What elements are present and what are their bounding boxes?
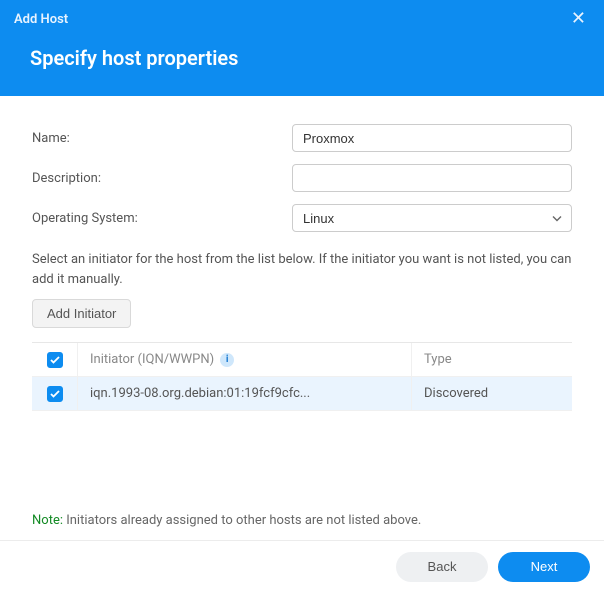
- back-button[interactable]: Back: [396, 552, 488, 582]
- initiator-table: Initiator (IQN/WWPN) i Type iqn.1993-08.…: [32, 342, 572, 411]
- header-type[interactable]: Type: [412, 343, 572, 376]
- name-label: Name:: [32, 131, 292, 146]
- row-os: Operating System:: [32, 204, 572, 232]
- row-checkbox[interactable]: [47, 386, 63, 402]
- table-header: Initiator (IQN/WWPN) i Type: [32, 343, 572, 377]
- os-label: Operating System:: [32, 211, 292, 226]
- titlebar: Add Host ✕: [0, 0, 604, 30]
- name-input[interactable]: [292, 124, 572, 152]
- row-name: Name:: [32, 124, 572, 152]
- window-title: Add Host: [14, 12, 68, 27]
- note-text: Initiators already assigned to other hos…: [66, 513, 421, 528]
- row-initiator-cell: iqn.1993-08.org.debian:01:19fcf9cfc...: [78, 377, 412, 410]
- dialog-header: Add Host ✕ Specify host properties: [0, 0, 604, 96]
- os-select[interactable]: [292, 204, 572, 232]
- row-type-cell: Discovered: [412, 377, 572, 410]
- row-type-value: Discovered: [424, 386, 488, 401]
- close-icon[interactable]: ✕: [567, 8, 590, 30]
- header-checkbox-cell[interactable]: [32, 343, 78, 376]
- next-button[interactable]: Next: [498, 552, 590, 582]
- description-label: Description:: [32, 171, 292, 186]
- dialog-footer: Back Next: [0, 540, 604, 592]
- header-initiator-label: Initiator (IQN/WWPN): [90, 352, 214, 367]
- instructions-text: Select an initiator for the host from th…: [32, 250, 572, 289]
- select-all-checkbox[interactable]: [47, 352, 63, 368]
- info-icon[interactable]: i: [220, 353, 234, 367]
- note: Note: Initiators already assigned to oth…: [32, 513, 572, 528]
- os-select-value[interactable]: [292, 204, 572, 232]
- header-type-label: Type: [424, 352, 452, 367]
- dialog-content: Name: Description: Operating System: Sel…: [0, 96, 604, 411]
- add-initiator-button[interactable]: Add Initiator: [32, 299, 131, 328]
- header-initiator[interactable]: Initiator (IQN/WWPN) i: [78, 343, 412, 376]
- table-row[interactable]: iqn.1993-08.org.debian:01:19fcf9cfc... D…: [32, 377, 572, 411]
- row-initiator-value: iqn.1993-08.org.debian:01:19fcf9cfc...: [90, 386, 310, 401]
- note-label: Note:: [32, 513, 63, 528]
- row-description: Description:: [32, 164, 572, 192]
- description-input[interactable]: [292, 164, 572, 192]
- row-checkbox-cell[interactable]: [32, 377, 78, 410]
- page-title: Specify host properties: [0, 30, 604, 90]
